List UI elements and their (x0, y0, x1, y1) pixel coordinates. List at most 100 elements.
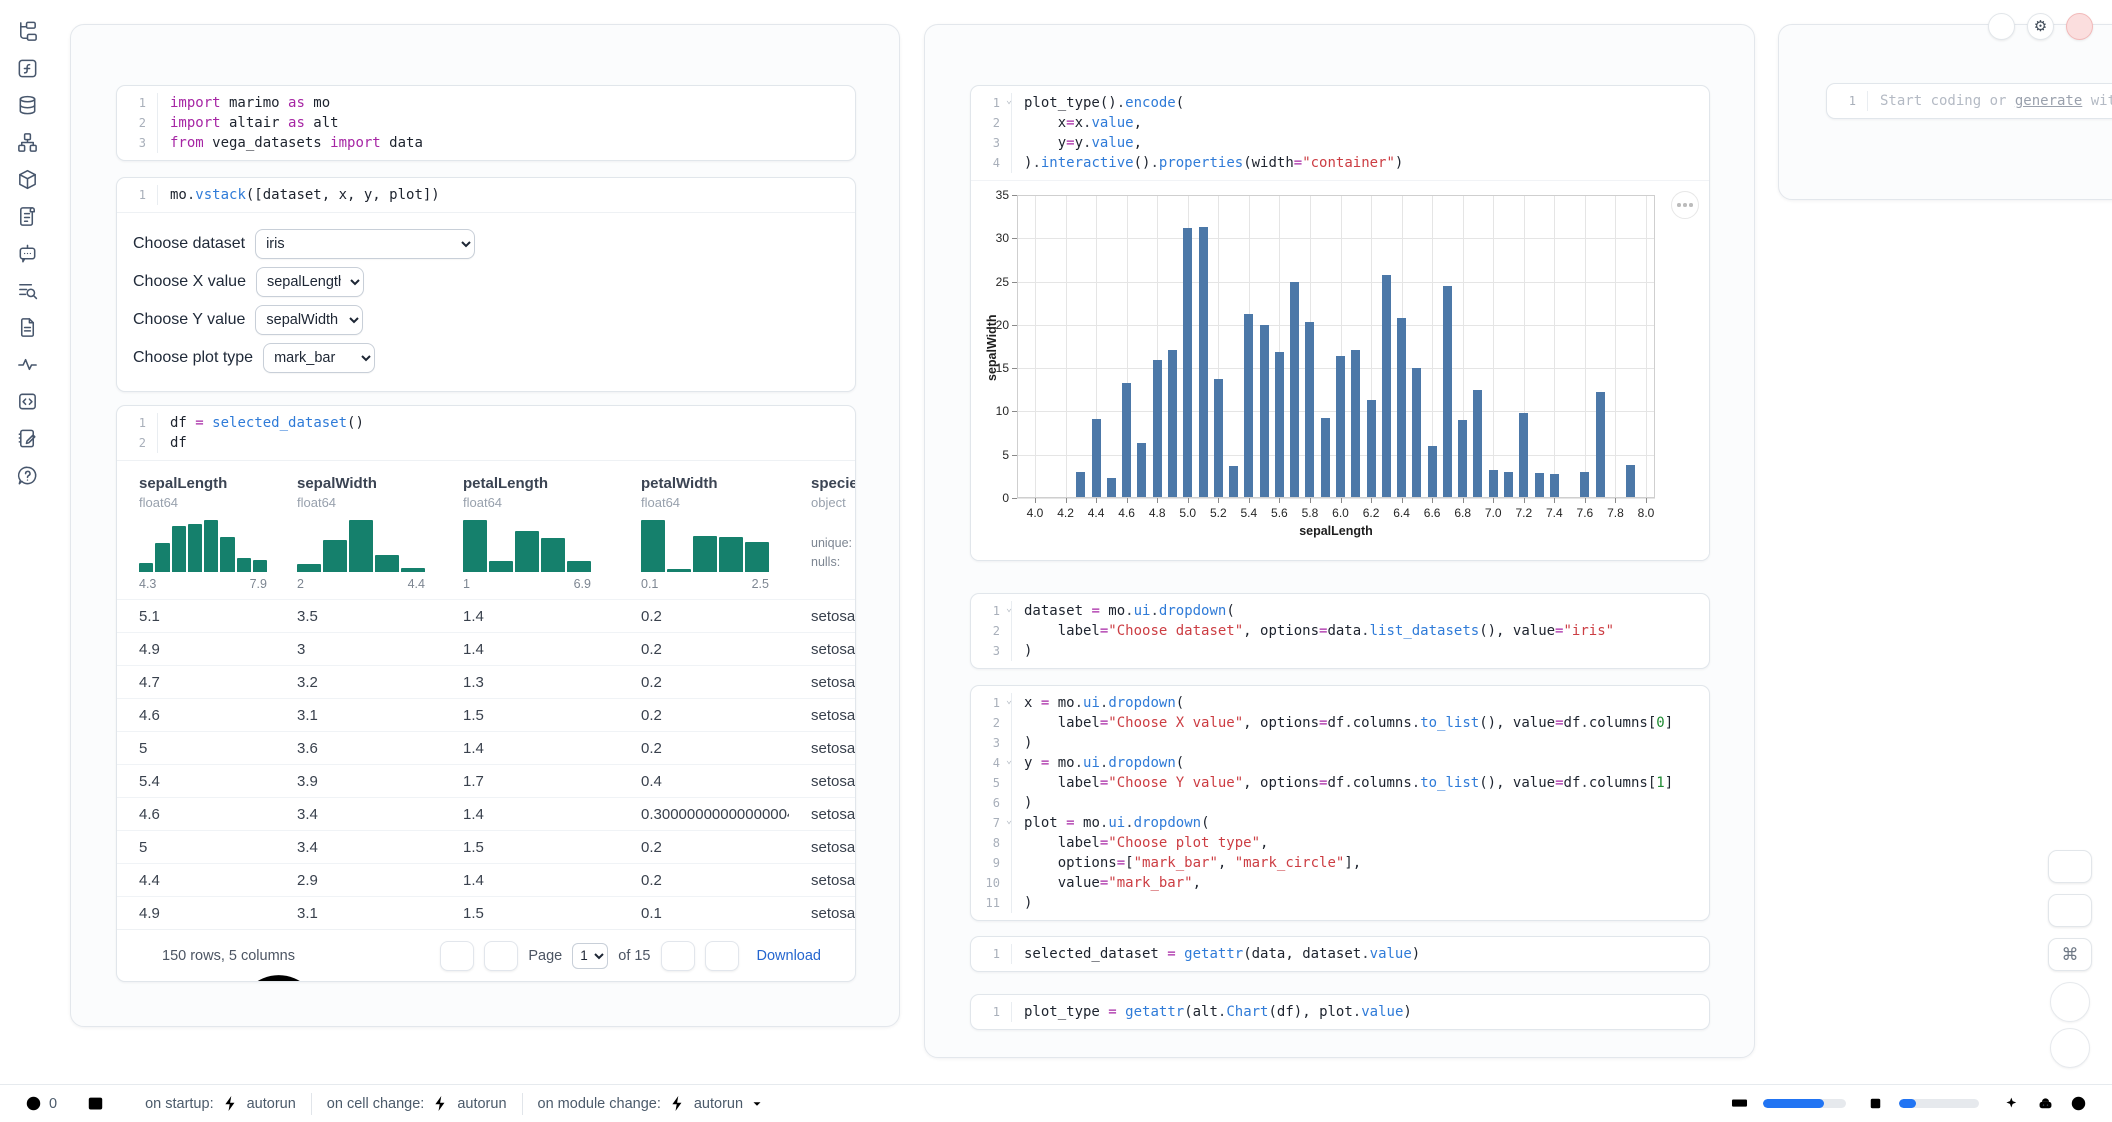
connection-status-icon[interactable] (2069, 1094, 2088, 1113)
assistant-robot-icon[interactable] (2036, 1094, 2055, 1113)
code-line[interactable]: 5 label="Choose Y value", options=df.col… (971, 773, 1709, 793)
dropdown-select[interactable]: mark_bar (263, 343, 375, 373)
code-editor[interactable]: 1import marimo as mo2import altair as al… (117, 86, 855, 160)
code-line[interactable]: 1⌄dataset = mo.ui.dropdown( (971, 601, 1709, 621)
code-editor[interactable]: 1df = selected_dataset()2df (117, 406, 855, 460)
command-palette-button[interactable]: ⌘ (2048, 938, 2092, 971)
code-line[interactable]: 2 label="Choose dataset", options=data.l… (971, 621, 1709, 641)
code-editor[interactable]: 1plot_type = getattr(alt.Chart(df), plot… (971, 995, 1709, 1029)
scratchpad-icon[interactable] (16, 427, 39, 450)
table-cell: 0.1 (619, 905, 789, 922)
list-search-icon[interactable] (16, 279, 39, 302)
code-line[interactable]: 3) (971, 733, 1709, 753)
prev-page-button[interactable] (484, 941, 518, 971)
chat-bot-icon[interactable] (16, 242, 39, 265)
code-line[interactable]: 3 y=y.value, (971, 133, 1709, 153)
code-line[interactable]: 2df (117, 433, 855, 453)
column-prev-icon[interactable] (945, 38, 961, 54)
stop-button[interactable] (2050, 982, 2090, 1022)
error-count-button[interactable]: 0 (24, 1094, 57, 1113)
code-line[interactable]: 4⌄y = mo.ui.dropdown( (971, 753, 1709, 773)
dropdown-select[interactable]: sepalLength (256, 267, 364, 297)
x-tick-label: 8.0 (1638, 506, 1655, 520)
code-line[interactable]: 8 label="Choose plot type", (971, 833, 1709, 853)
code-editor[interactable]: 1⌄x = mo.ui.dropdown(2 label="Choose X v… (971, 686, 1709, 920)
page-select[interactable]: 1 (572, 943, 608, 969)
run-button[interactable] (2050, 1028, 2090, 1068)
axis-tick (1279, 498, 1280, 503)
activity-icon[interactable] (16, 353, 39, 376)
table-column-header[interactable]: sepalWidthfloat6424.4 (275, 461, 441, 599)
code-line[interactable]: 1⌄plot_type().encode( (971, 93, 1709, 113)
database-icon[interactable] (16, 94, 39, 117)
settings-button[interactable]: ⚙ (2027, 13, 2054, 40)
column-prev-icon[interactable] (91, 38, 107, 54)
chart-actions-icon[interactable] (1671, 191, 1699, 219)
code-line[interactable]: 9 options=["mark_bar", "mark_circle"], (971, 853, 1709, 873)
package-icon[interactable] (16, 168, 39, 191)
function-icon[interactable] (16, 57, 39, 80)
download-button[interactable]: Download (757, 948, 838, 964)
document-icon[interactable] (16, 316, 39, 339)
code-editor[interactable]: 1mo.vstack([dataset, x, y, plot]) (117, 178, 855, 212)
on-startup-toggle[interactable]: on startup: autorun (145, 1094, 296, 1113)
table-column-header[interactable]: petalLengthfloat6416.9 (441, 461, 619, 599)
code-line[interactable]: 1import marimo as mo (117, 93, 855, 113)
table-column-header[interactable]: petalWidthfloat640.12.5 (619, 461, 789, 599)
fold-caret-icon[interactable]: ⌄ (1006, 599, 1012, 619)
snippets-icon[interactable] (16, 390, 39, 413)
code-line[interactable]: 2import altair as alt (117, 113, 855, 133)
column-next-icon[interactable] (987, 38, 1003, 54)
add-cell-icon[interactable] (861, 37, 879, 55)
code-line[interactable]: 1mo.vstack([dataset, x, y, plot]) (117, 185, 855, 205)
on-cell-change-toggle[interactable]: on cell change: autorun (327, 1094, 507, 1113)
fold-caret-icon[interactable]: ⌄ (1006, 811, 1012, 831)
status-bar: 0 on startup: autorun on cell change: au… (0, 1084, 2112, 1122)
code-editor[interactable]: 1⌄dataset = mo.ui.dropdown(2 label="Choo… (971, 594, 1709, 668)
column-next-icon[interactable] (1841, 38, 1857, 54)
column-prev-icon[interactable] (1799, 38, 1815, 54)
file-tree-icon[interactable] (16, 20, 39, 43)
code-line[interactable]: 4).interactive().properties(width="conta… (971, 153, 1709, 173)
terminal-icon[interactable] (86, 1094, 105, 1113)
next-page-button[interactable] (661, 941, 695, 971)
last-page-button[interactable] (705, 941, 739, 971)
layout-button[interactable] (2048, 894, 2092, 927)
on-module-change-toggle[interactable]: on module change: autorun (538, 1094, 765, 1113)
dropdown-select[interactable]: iris (255, 229, 475, 259)
code-editor[interactable]: 1⌄plot_type().encode(2 x=x.value,3 y=y.v… (971, 86, 1709, 180)
help-icon[interactable] (16, 464, 39, 487)
code-line[interactable]: 1⌄x = mo.ui.dropdown( (971, 693, 1709, 713)
code-line[interactable]: 2 x=x.value, (971, 113, 1709, 133)
table-column-header[interactable]: speciesobjectunique:nulls: (789, 461, 855, 599)
save-button[interactable] (2048, 850, 2092, 883)
code-line[interactable]: 2 label="Choose X value", options=df.col… (971, 713, 1709, 733)
code-line[interactable]: 1plot_type = getattr(alt.Chart(df), plot… (971, 1002, 1709, 1022)
editor-placeholder[interactable]: Start coding or generate with AI (1867, 91, 2112, 111)
code-line[interactable]: 10 value="mark_bar", (971, 873, 1709, 893)
y-tick-label: 0 (979, 491, 1009, 505)
code-line[interactable]: 6) (971, 793, 1709, 813)
fold-caret-icon[interactable]: ⌄ (1006, 751, 1012, 771)
code-line[interactable]: 3from vega_datasets import data (117, 133, 855, 153)
fold-caret-icon[interactable]: ⌄ (1006, 691, 1012, 711)
fold-caret-icon[interactable]: ⌄ (1006, 91, 1012, 111)
code-line[interactable]: 1selected_dataset = getattr(data, datase… (971, 944, 1709, 964)
table-column-header[interactable]: sepalLengthfloat644.37.9 (117, 461, 275, 599)
column-next-icon[interactable] (133, 38, 149, 54)
code-editor[interactable]: 1 Start coding or generate with AI (1827, 84, 2112, 118)
code-line[interactable]: 7⌄plot = mo.ui.dropdown( (971, 813, 1709, 833)
code-editor[interactable]: 1selected_dataset = getattr(data, datase… (971, 937, 1709, 971)
code-line[interactable]: 11) (971, 893, 1709, 913)
add-cell-icon[interactable] (1716, 37, 1734, 55)
ai-sparkles-icon[interactable] (2003, 1094, 2022, 1113)
close-button[interactable] (2066, 13, 2093, 40)
code-line[interactable]: 1df = selected_dataset() (117, 413, 855, 433)
dropdown-select[interactable]: sepalWidth (255, 305, 363, 335)
search-icon[interactable] (135, 947, 152, 964)
code-line[interactable]: 3) (971, 641, 1709, 661)
notebook-menu-button[interactable] (1988, 13, 2015, 40)
first-page-button[interactable] (440, 941, 474, 971)
dependency-graph-icon[interactable] (16, 131, 39, 154)
scroll-icon[interactable] (16, 205, 39, 228)
